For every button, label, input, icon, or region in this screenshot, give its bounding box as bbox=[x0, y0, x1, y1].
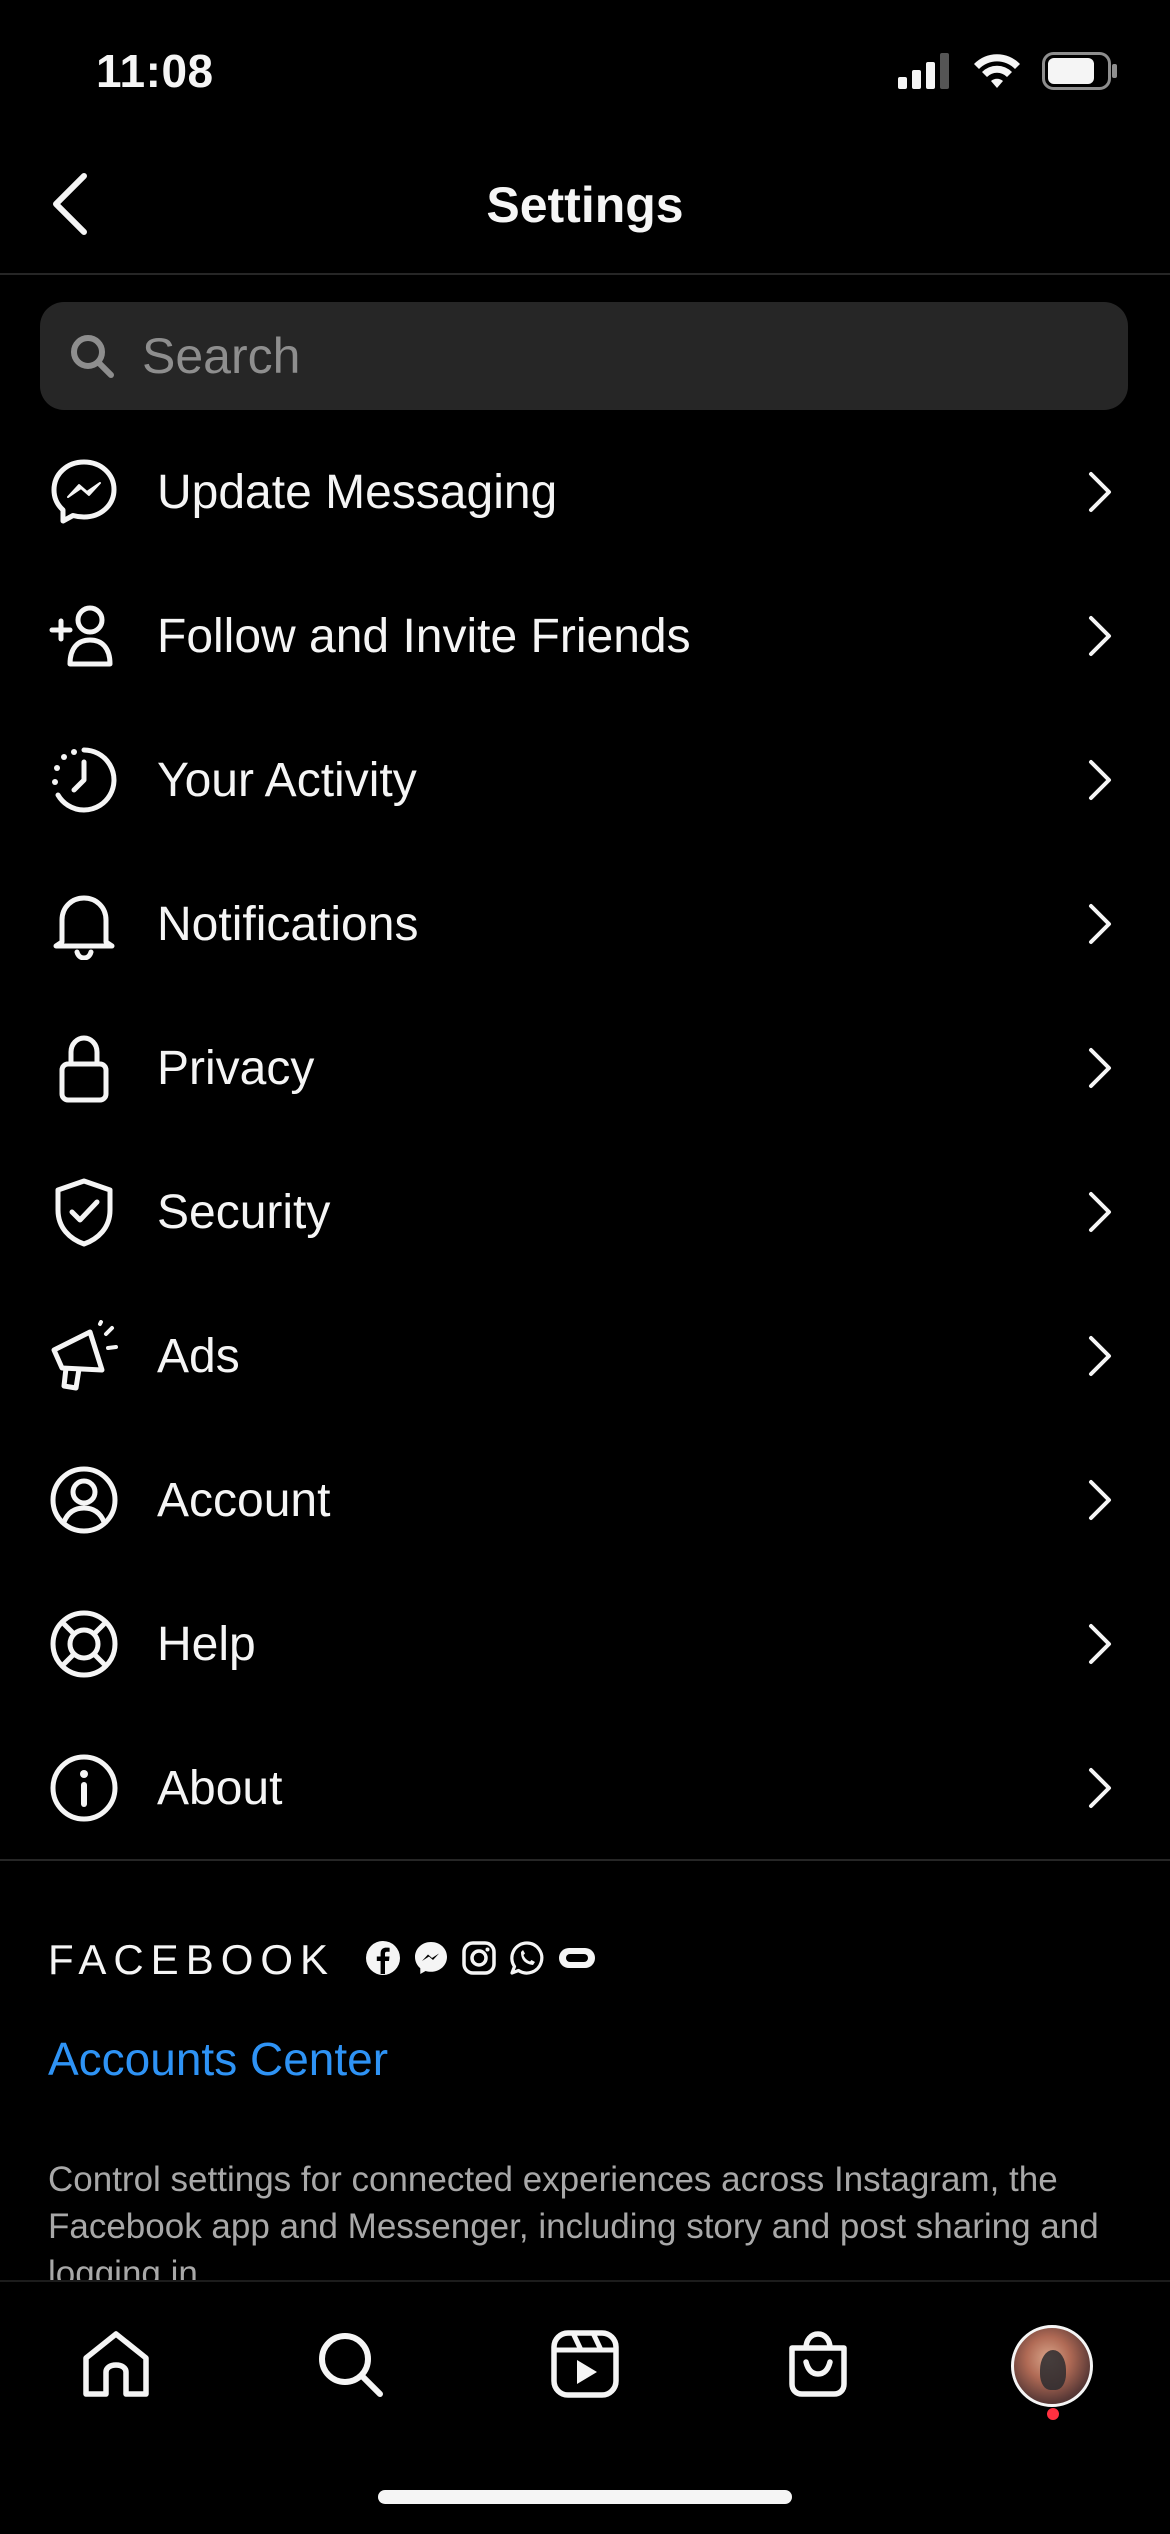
facebook-icon bbox=[365, 1940, 401, 1981]
settings-item-notifications[interactable]: Notifications bbox=[0, 852, 1170, 996]
info-icon bbox=[46, 1750, 122, 1826]
chevron-right-icon bbox=[1082, 1332, 1118, 1380]
chevron-right-icon bbox=[1082, 1764, 1118, 1812]
chevron-right-icon bbox=[1082, 756, 1118, 804]
bell-icon bbox=[46, 886, 122, 962]
shield-check-icon bbox=[46, 1174, 122, 1250]
tab-reels[interactable] bbox=[535, 2316, 635, 2416]
settings-item-label: Account bbox=[157, 1473, 331, 1527]
chevron-right-icon bbox=[1082, 900, 1118, 948]
facebook-section: FACEBOOK Accounts Center Control setting… bbox=[48, 1930, 1128, 2297]
settings-item-privacy[interactable]: Privacy bbox=[0, 996, 1170, 1140]
search-bar[interactable] bbox=[40, 302, 1128, 410]
tab-search[interactable] bbox=[300, 2316, 400, 2416]
search-input[interactable] bbox=[140, 326, 1094, 386]
status-time: 11:08 bbox=[96, 45, 214, 97]
chevron-right-icon bbox=[1082, 1476, 1118, 1524]
messenger-icon bbox=[413, 1940, 449, 1981]
facebook-wordmark: FACEBOOK bbox=[48, 1936, 336, 1983]
settings-item-ads[interactable]: Ads bbox=[0, 1284, 1170, 1428]
settings-item-your-activity[interactable]: Your Activity bbox=[0, 708, 1170, 852]
settings-list: Update Messaging Follow and Invite Frien… bbox=[0, 420, 1170, 1860]
accounts-center-description: Control settings for connected experienc… bbox=[48, 2160, 1099, 2293]
add-person-icon bbox=[46, 598, 122, 674]
settings-item-label: Privacy bbox=[157, 1041, 315, 1095]
settings-item-label: Follow and Invite Friends bbox=[157, 609, 691, 663]
activity-clock-icon bbox=[46, 742, 122, 818]
page-title: Settings bbox=[486, 177, 684, 233]
settings-item-label: Security bbox=[157, 1185, 331, 1239]
portal-icon bbox=[557, 1940, 597, 1981]
settings-item-label: Help bbox=[157, 1617, 256, 1671]
settings-item-help[interactable]: Help bbox=[0, 1572, 1170, 1716]
whatsapp-icon bbox=[509, 1940, 545, 1981]
search-icon bbox=[314, 2328, 386, 2405]
messenger-icon bbox=[46, 454, 122, 530]
settings-item-about[interactable]: About bbox=[0, 1716, 1170, 1860]
tab-home[interactable] bbox=[66, 2316, 166, 2416]
settings-item-update-messaging[interactable]: Update Messaging bbox=[0, 420, 1170, 564]
chevron-right-icon bbox=[1082, 612, 1118, 660]
settings-item-label: Your Activity bbox=[157, 753, 417, 807]
lock-icon bbox=[46, 1030, 122, 1106]
tab-profile[interactable] bbox=[1002, 2316, 1102, 2416]
settings-item-account[interactable]: Account bbox=[0, 1428, 1170, 1572]
profile-avatar bbox=[1011, 2325, 1093, 2407]
settings-item-label: Update Messaging bbox=[157, 465, 558, 519]
instagram-icon bbox=[461, 1940, 497, 1981]
settings-item-security[interactable]: Security bbox=[0, 1140, 1170, 1284]
chevron-right-icon bbox=[1082, 468, 1118, 516]
settings-item-follow-invite[interactable]: Follow and Invite Friends bbox=[0, 564, 1170, 708]
shop-icon bbox=[782, 2328, 854, 2405]
megaphone-icon bbox=[46, 1318, 122, 1394]
wifi-icon bbox=[972, 52, 1022, 95]
home-icon bbox=[80, 2328, 152, 2405]
chevron-right-icon bbox=[1082, 1044, 1118, 1092]
profile-notification-dot bbox=[1047, 2408, 1059, 2420]
accounts-center-link[interactable]: Accounts Center bbox=[48, 2032, 1128, 2086]
section-divider bbox=[0, 1859, 1170, 1861]
status-bar: 11:08 bbox=[0, 0, 1170, 140]
facebook-header: FACEBOOK bbox=[48, 1930, 1128, 1990]
cellular-signal-icon bbox=[898, 53, 952, 94]
chevron-right-icon bbox=[1082, 1620, 1118, 1668]
nav-header: Settings bbox=[0, 140, 1170, 275]
settings-item-label: Notifications bbox=[157, 897, 419, 951]
search-icon bbox=[68, 330, 120, 382]
status-icons bbox=[898, 52, 1118, 95]
tab-shop[interactable] bbox=[768, 2316, 868, 2416]
reels-icon bbox=[549, 2328, 621, 2405]
settings-item-label: About bbox=[157, 1761, 283, 1815]
chevron-right-icon bbox=[1082, 1188, 1118, 1236]
battery-icon bbox=[1042, 52, 1118, 95]
home-indicator[interactable] bbox=[378, 2490, 792, 2504]
account-circle-icon bbox=[46, 1462, 122, 1538]
settings-item-label: Ads bbox=[157, 1329, 240, 1383]
lifebuoy-icon bbox=[46, 1606, 122, 1682]
facebook-app-icons bbox=[365, 1940, 597, 1981]
